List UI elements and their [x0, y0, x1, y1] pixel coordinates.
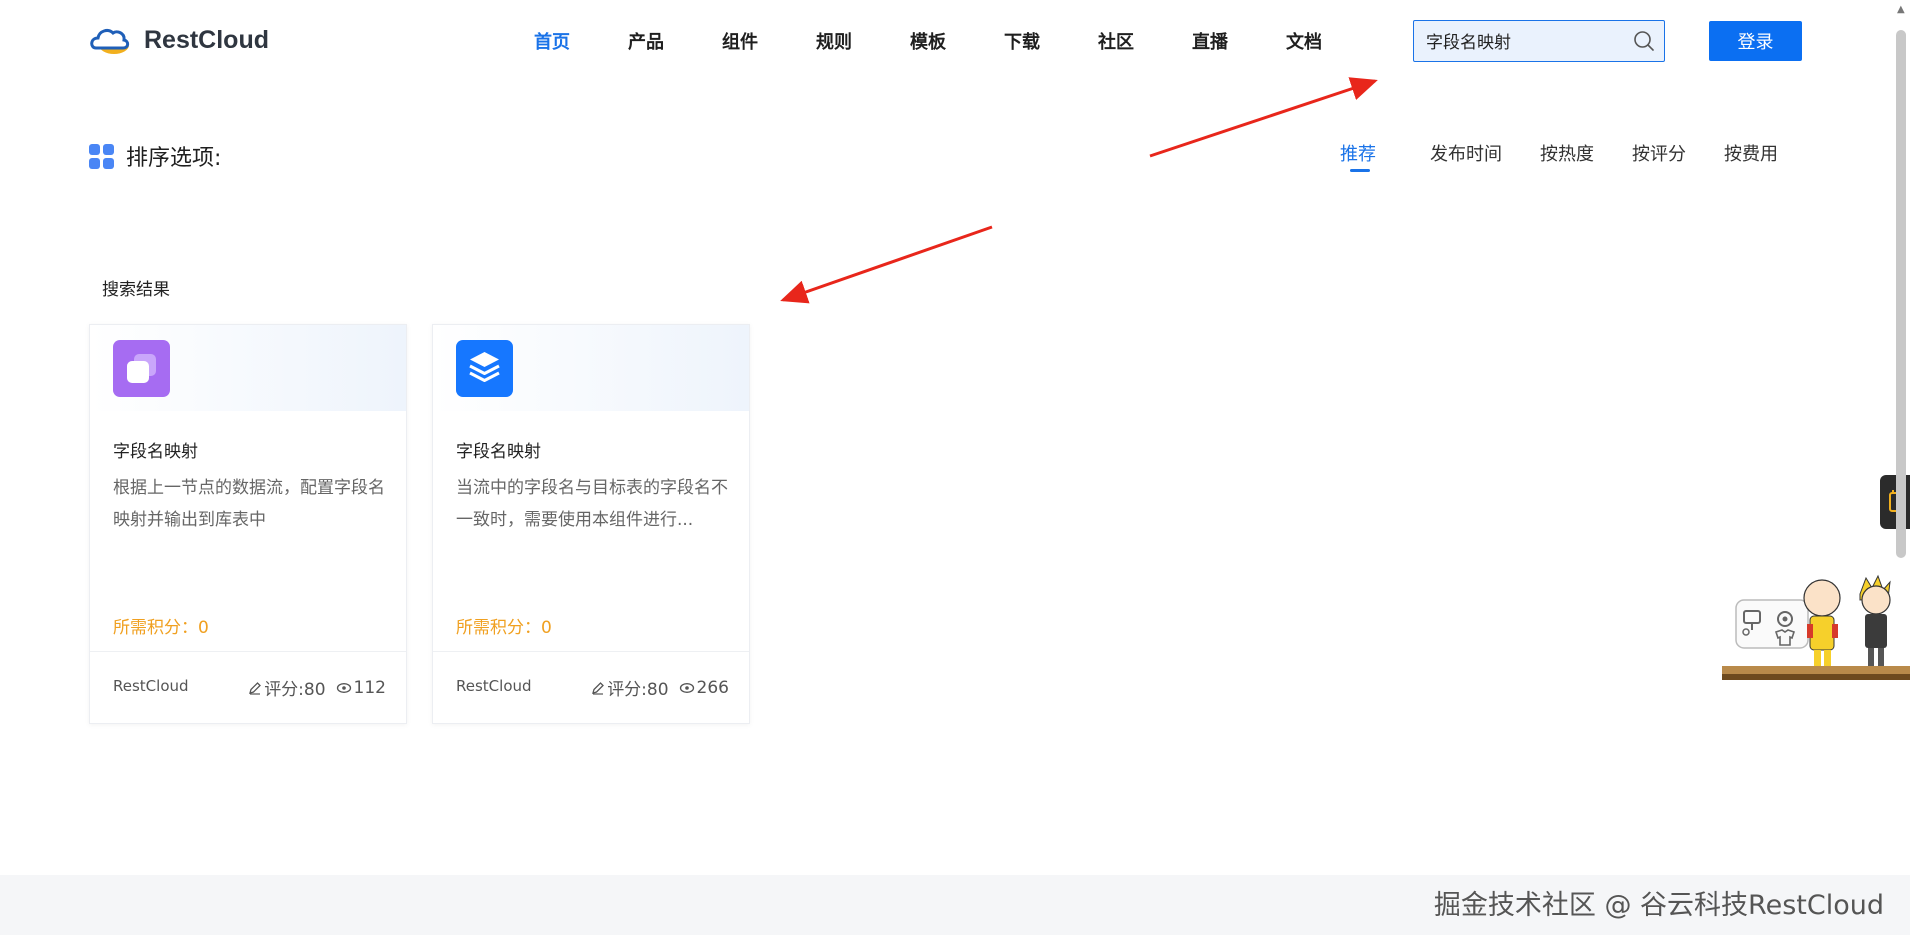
arrow-to-results: [780, 225, 993, 304]
page: RestCloud 首页 产品 组件 规则 模板 下载 社区 直播 文档 登录 …: [0, 0, 1910, 935]
scrollbar-thumb[interactable]: [1896, 30, 1906, 558]
footer: 掘金技术社区 @ 谷云科技RestCloud: [0, 875, 1910, 935]
annotation-arrows: [780, 77, 1378, 304]
arrow-to-search: [1149, 77, 1378, 158]
watermark: 掘金技术社区 @ 谷云科技RestCloud: [1433, 890, 1884, 921]
mascot-widget[interactable]: [1720, 568, 1910, 688]
scroll-up-icon[interactable]: ▲: [1897, 4, 1905, 15]
